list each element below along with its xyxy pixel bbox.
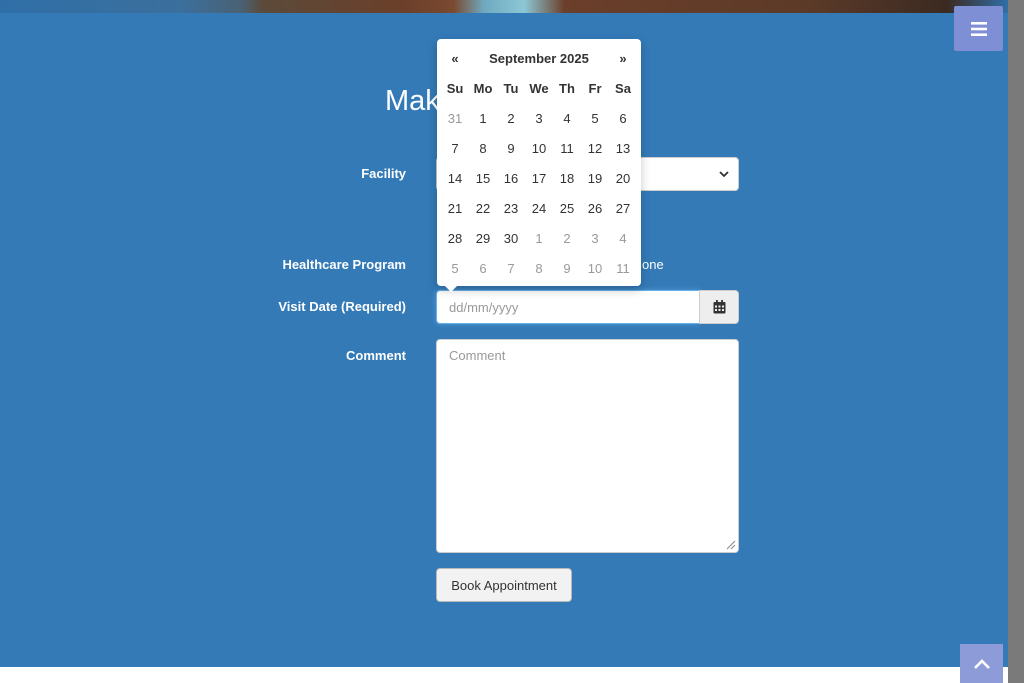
hamburger-icon <box>970 21 987 36</box>
hero-image-strip <box>0 0 1008 13</box>
datepicker-day[interactable]: 19 <box>581 163 609 193</box>
comment-textarea[interactable] <box>436 339 739 553</box>
datepicker-popup: « September 2025 » Su Mo Tu We Th Fr Sa 31 1 2 3 4… <box>437 39 641 292</box>
datepicker-day-outside-month[interactable]: 10 <box>581 253 609 283</box>
datepicker-day[interactable]: 2 <box>497 103 525 133</box>
datepicker-week-row: 28 29 30 1 2 3 4 <box>441 223 637 253</box>
datepicker-day[interactable]: 6 <box>609 103 637 133</box>
chevron-up-icon <box>973 658 990 669</box>
datepicker-day-outside-month[interactable]: 3 <box>581 223 609 253</box>
chevron-down-icon <box>719 171 729 178</box>
datepicker-week-row: 5 6 7 8 9 10 11 <box>441 253 637 283</box>
datepicker-day[interactable]: 14 <box>441 163 469 193</box>
weekday-header: Sa <box>615 80 631 96</box>
datepicker-day[interactable]: 30 <box>497 223 525 253</box>
datepicker-day[interactable]: 25 <box>553 193 581 223</box>
datepicker-day-outside-month[interactable]: 6 <box>469 253 497 283</box>
datepicker-day[interactable]: 5 <box>581 103 609 133</box>
datepicker-week-row: 7 8 9 10 11 12 13 <box>441 133 637 163</box>
datepicker-day-outside-month[interactable]: 8 <box>525 253 553 283</box>
datepicker-day[interactable]: 17 <box>525 163 553 193</box>
datepicker-week-row: 21 22 23 24 25 26 27 <box>441 193 637 223</box>
datepicker-month-title[interactable]: September 2025 <box>469 43 609 73</box>
datepicker-day[interactable]: 20 <box>609 163 637 193</box>
visit-date-input[interactable] <box>436 290 700 324</box>
datepicker-day[interactable]: 29 <box>469 223 497 253</box>
datepicker-day-outside-month[interactable]: 4 <box>609 223 637 253</box>
facility-label: Facility <box>361 166 406 181</box>
datepicker-day[interactable]: 15 <box>469 163 497 193</box>
weekday-header: Mo <box>473 80 493 96</box>
datepicker-day-outside-month[interactable]: 9 <box>553 253 581 283</box>
datepicker-week-row: 31 1 2 3 4 5 6 <box>441 103 637 133</box>
datepicker-day-outside-month[interactable]: 1 <box>525 223 553 253</box>
datepicker-day[interactable]: 12 <box>581 133 609 163</box>
visit-date-label: Visit Date (Required) <box>278 299 406 314</box>
datepicker-day[interactable]: 18 <box>553 163 581 193</box>
calendar-icon <box>713 300 725 314</box>
datepicker-grid: « September 2025 » Su Mo Tu We Th Fr Sa 31 1 2 3 4… <box>441 43 637 283</box>
datepicker-day[interactable]: 16 <box>497 163 525 193</box>
datepicker-day[interactable]: 23 <box>497 193 525 223</box>
datepicker-day[interactable]: 7 <box>441 133 469 163</box>
weekday-header: Th <box>559 80 575 96</box>
comment-label: Comment <box>346 348 406 363</box>
datepicker-next-button[interactable]: » <box>609 43 637 73</box>
calendar-button[interactable] <box>699 290 739 324</box>
datepicker-day[interactable]: 21 <box>441 193 469 223</box>
datepicker-day-outside-month[interactable]: 7 <box>497 253 525 283</box>
datepicker-day[interactable]: 10 <box>525 133 553 163</box>
datepicker-day-outside-month[interactable]: 2 <box>553 223 581 253</box>
datepicker-day-outside-month[interactable]: 11 <box>609 253 637 283</box>
weekday-header: We <box>529 80 549 96</box>
resize-grip-icon[interactable] <box>724 538 736 550</box>
weekday-header: Su <box>446 80 464 96</box>
datepicker-day-outside-month[interactable]: 31 <box>441 103 469 133</box>
datepicker-day[interactable]: 26 <box>581 193 609 223</box>
datepicker-day[interactable]: 11 <box>553 133 581 163</box>
healthcare-program-label: Healthcare Program <box>282 257 406 272</box>
datepicker-day[interactable]: 4 <box>553 103 581 133</box>
datepicker-day[interactable]: 28 <box>441 223 469 253</box>
weekday-header: Fr <box>588 80 602 96</box>
datepicker-day[interactable]: 24 <box>525 193 553 223</box>
footer-band <box>0 667 1008 683</box>
page-scrollbar[interactable] <box>1008 0 1024 683</box>
weekday-header: Tu <box>503 80 519 96</box>
datepicker-day[interactable]: 1 <box>469 103 497 133</box>
program-option-label[interactable]: one <box>642 257 664 272</box>
datepicker-day[interactable]: 22 <box>469 193 497 223</box>
datepicker-day-outside-month[interactable]: 5 <box>441 253 469 283</box>
menu-button[interactable] <box>954 6 1003 51</box>
datepicker-day[interactable]: 8 <box>469 133 497 163</box>
page-title: Mak <box>385 85 440 117</box>
datepicker-week-row: 14 15 16 17 18 19 20 <box>441 163 637 193</box>
datepicker-day[interactable]: 27 <box>609 193 637 223</box>
book-appointment-button[interactable]: Book Appointment <box>436 568 572 602</box>
datepicker-day[interactable]: 3 <box>525 103 553 133</box>
scroll-to-top-button[interactable] <box>960 644 1003 683</box>
datepicker-prev-button[interactable]: « <box>441 43 469 73</box>
datepicker-day[interactable]: 13 <box>609 133 637 163</box>
datepicker-day[interactable]: 9 <box>497 133 525 163</box>
